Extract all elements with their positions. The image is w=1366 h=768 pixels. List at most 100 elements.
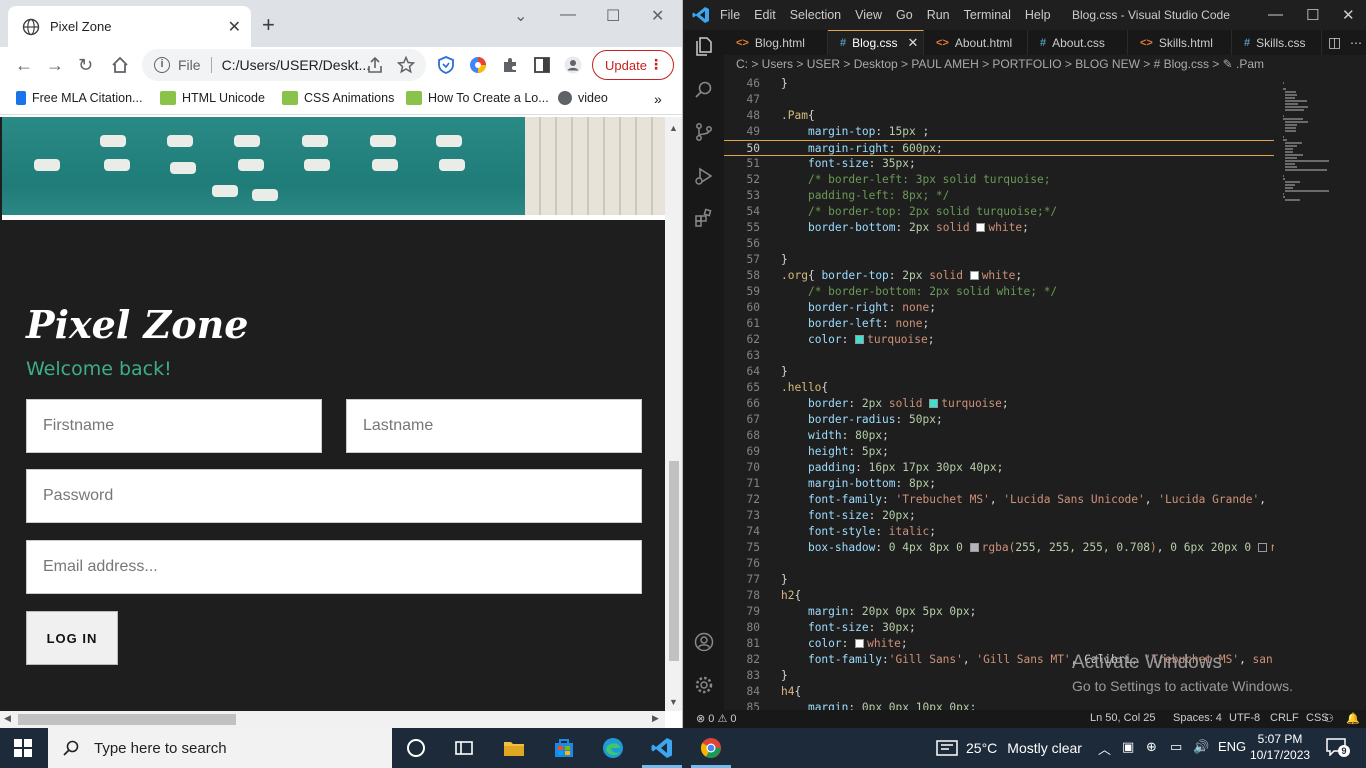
code-line[interactable]: 81 color: white; (724, 636, 1274, 652)
cursor-position[interactable]: Ln 50, Col 25 (1090, 712, 1155, 724)
menu-view[interactable]: View (855, 8, 882, 22)
tab-search-icon[interactable]: ⌄ (514, 6, 527, 26)
code-line[interactable]: 75 box-shadow: 0 4px 8px 0 rgba(255, 255… (724, 540, 1274, 556)
code-line[interactable]: 79 margin: 20px 0px 5px 0px; (724, 604, 1274, 620)
menu-go[interactable]: Go (896, 8, 913, 22)
site-info-icon[interactable]: i (154, 57, 170, 73)
scroll-thumb[interactable] (669, 461, 679, 661)
code-line[interactable]: 54 /* border-top: 2px solid turquoise;*/ (724, 204, 1274, 220)
show-hidden-icons-icon[interactable]: ︿ (1098, 739, 1111, 758)
menu-edit[interactable]: Edit (754, 8, 776, 22)
bookmark-css-animations[interactable]: CSS Animations (282, 91, 394, 105)
code-editor[interactable]: 46} 47 48 .Pam{49 margin-top: 15px ; 50 marg… (724, 76, 1274, 710)
windows-start-icon[interactable] (14, 739, 32, 757)
cortana-icon[interactable] (404, 736, 428, 760)
scroll-up-icon[interactable]: ▲ (669, 123, 678, 133)
minimize-icon[interactable]: — (560, 6, 576, 24)
code-line[interactable]: 80 font-size: 30px; (724, 620, 1274, 636)
bookmark-html-unicode[interactable]: HTML Unicode (160, 91, 265, 105)
code-line[interactable]: 59 /* border-bottom: 2px solid white; */ (724, 284, 1274, 300)
close-window-icon[interactable]: ✕ (1342, 6, 1355, 24)
run-debug-icon[interactable] (694, 166, 714, 186)
problems-indicator[interactable]: ⊗ 0 ⚠ 0 (696, 712, 736, 725)
weather-widget[interactable]: 25°C Mostly clear (936, 739, 1082, 757)
scroll-thumb[interactable] (18, 714, 236, 725)
code-line[interactable]: 85 margin: 0px 0px 10px 0px; (724, 700, 1274, 710)
explorer-icon[interactable] (694, 36, 714, 56)
code-line[interactable]: 61 border-left: none; (724, 316, 1274, 332)
extensions-icon[interactable] (694, 208, 714, 228)
feedback-icon[interactable]: ⚇ (1324, 712, 1334, 725)
code-line[interactable]: 52 /* border-left: 3px solid turquoise; (724, 172, 1274, 188)
input-language[interactable]: ENG (1218, 739, 1246, 754)
encoding-setting[interactable]: UTF-8 (1229, 712, 1260, 724)
more-menu-icon[interactable]: ⋮ (649, 56, 663, 73)
bookmark-star-icon[interactable] (397, 56, 415, 74)
code-line[interactable]: 68 width: 80px; (724, 428, 1274, 444)
forward-icon[interactable]: → (46, 55, 64, 75)
password-field[interactable]: Password (26, 469, 642, 523)
code-line[interactable]: 53 padding-left: 8px; */ (724, 188, 1274, 204)
menu-terminal[interactable]: Terminal (964, 8, 1011, 22)
clock[interactable]: 5:07 PM 10/17/2023 (1250, 731, 1310, 763)
code-line[interactable]: 69 height: 5px; (724, 444, 1274, 460)
bookmark-mla[interactable]: Free MLA Citation... (16, 91, 142, 105)
taskbar-search[interactable]: Type here to search (48, 728, 392, 768)
edge-icon[interactable] (601, 736, 625, 760)
microsoft-store-icon[interactable] (552, 736, 576, 760)
firstname-field[interactable]: Firstname (26, 399, 322, 453)
code-line[interactable]: 74 font-style: italic; (724, 524, 1274, 540)
more-bookmarks-icon[interactable]: » (654, 91, 662, 107)
network-icon[interactable]: ⊕ (1146, 739, 1157, 755)
code-line[interactable]: 48 .Pam{ (724, 108, 1274, 124)
task-view-icon[interactable] (452, 736, 476, 760)
tab-blog-html[interactable]: <> Blog.html (724, 30, 828, 55)
tab-skills-css[interactable]: # Skills.css (1232, 30, 1322, 55)
minimize-icon[interactable]: — (1268, 6, 1283, 23)
vscode-taskbar-icon[interactable] (650, 736, 674, 760)
search-icon[interactable] (694, 80, 714, 100)
close-tab-icon[interactable]: ✕ (228, 17, 241, 37)
code-line[interactable]: 47 (724, 92, 1274, 108)
profile-avatar-icon[interactable] (564, 56, 582, 74)
menu-help[interactable]: Help (1025, 8, 1051, 22)
bookmark-video[interactable]: video (558, 91, 608, 105)
source-control-icon[interactable] (694, 122, 714, 142)
share-icon[interactable] (366, 56, 384, 74)
code-line[interactable]: 55 border-bottom: 2px solid white; (724, 220, 1274, 236)
chrome-tab[interactable]: Pixel Zone ✕ (8, 6, 251, 47)
chrome-taskbar-icon[interactable] (699, 736, 723, 760)
code-line[interactable]: 73 font-size: 20px; (724, 508, 1274, 524)
code-line[interactable]: 51 font-size: 35px; (724, 156, 1274, 172)
menu-selection[interactable]: Selection (790, 8, 841, 22)
code-line[interactable]: 58 .org{ border-top: 2px solid white; (724, 268, 1274, 284)
minimap[interactable] (1279, 76, 1359, 710)
code-line[interactable]: 60 border-right: none; (724, 300, 1274, 316)
code-line[interactable]: 57} (724, 252, 1274, 268)
notifications-bell-icon[interactable]: 🔔 (1346, 712, 1360, 725)
code-line[interactable]: 71 margin-bottom: 8px; (724, 476, 1274, 492)
code-line[interactable]: 50 margin-right: 600px; (724, 140, 1274, 156)
back-icon[interactable]: ← (15, 55, 33, 75)
code-line[interactable]: 67 border-radius: 50px; (724, 412, 1274, 428)
scroll-right-icon[interactable]: ▶ (652, 713, 659, 724)
indentation-setting[interactable]: Spaces: 4 (1173, 712, 1222, 724)
side-panel-icon[interactable] (533, 56, 551, 74)
breadcrumb[interactable]: C: > Users > USER > Desktop > PAUL AMEH … (724, 57, 1366, 75)
page-vertical-scrollbar[interactable]: ▲ ▼ (665, 117, 682, 711)
update-button[interactable]: Update ⋮ (592, 50, 674, 80)
new-tab-icon[interactable]: + (262, 14, 275, 36)
volume-icon[interactable]: 🔊 (1193, 739, 1209, 755)
lastname-field[interactable]: Lastname (346, 399, 642, 453)
settings-gear-icon[interactable] (694, 675, 714, 695)
login-button[interactable]: LOG IN (26, 611, 118, 665)
code-line[interactable]: 78 h2{ (724, 588, 1274, 604)
maximize-icon[interactable]: ☐ (606, 6, 620, 26)
bookmark-how-to[interactable]: How To Create a Lo... (406, 91, 549, 105)
eol-setting[interactable]: CRLF (1270, 712, 1299, 724)
email-field[interactable]: Email address... (26, 540, 642, 594)
tab-skills-html[interactable]: <> Skills.html (1128, 30, 1232, 55)
home-icon[interactable] (111, 56, 129, 74)
close-window-icon[interactable]: ✕ (651, 6, 664, 26)
code-line[interactable]: 76 (724, 556, 1274, 572)
